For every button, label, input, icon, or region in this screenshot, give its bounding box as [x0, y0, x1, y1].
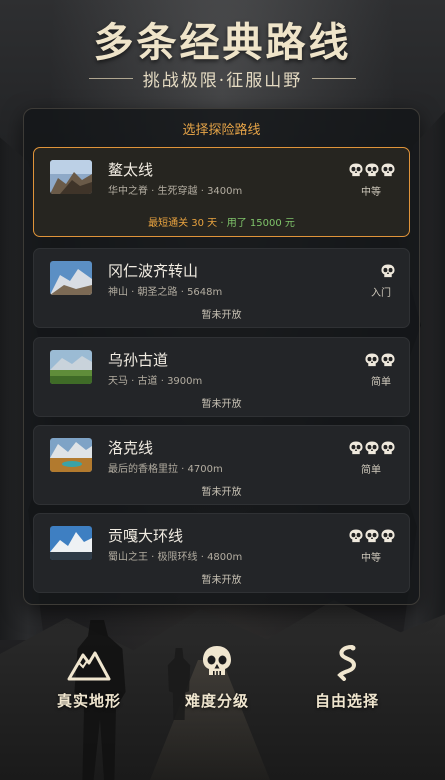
- skull-icon: [365, 528, 379, 543]
- difficulty-label: 简单: [361, 465, 381, 476]
- skull-icon: [365, 440, 379, 455]
- route-status: 暂未开放: [201, 487, 242, 498]
- panel-title: 选择探险路线: [182, 123, 261, 138]
- route-status: 暂未开放: [201, 575, 242, 586]
- page-title: 多条经典路线: [93, 19, 352, 66]
- skull-icon: [365, 162, 379, 177]
- route-thumbnail: [50, 438, 92, 472]
- feature-label: 真实地形: [56, 692, 121, 710]
- skull-icon: [157, 643, 277, 681]
- skull-icon: [381, 352, 395, 367]
- record-time: 最短通关 30 天: [148, 218, 218, 229]
- route-thumbnail: [50, 526, 92, 560]
- route-card-kailash[interactable]: 冈仁波齐转山 神山 · 朝圣之路 · 5648m 入门 暂未开放: [33, 248, 410, 328]
- route-name: 冈仁波齐转山: [108, 262, 199, 280]
- feature-free-choice: 自由选择: [287, 643, 407, 711]
- path-icon: [287, 643, 407, 681]
- feature-real-terrain: 真实地形: [29, 643, 149, 711]
- route-thumbnail: [50, 160, 92, 194]
- route-thumbnail: [50, 261, 92, 295]
- route-selection-panel: 选择探险路线 鳌太线 华中之脊 · 生死穿越 · 3400m 中等 最短通关 3…: [23, 108, 420, 605]
- record-separator: ·: [217, 218, 227, 229]
- feature-label: 难度分级: [184, 692, 249, 710]
- feature-label: 自由选择: [314, 692, 379, 710]
- subtitle-row: 挑战极限·征服山野: [0, 66, 445, 91]
- route-card-wusun[interactable]: 乌孙古道 天马 · 古道 · 3900m 简单 暂未开放: [33, 337, 410, 417]
- route-thumbnail: [50, 350, 92, 384]
- route-card-gongga[interactable]: 贡嘎大环线 蜀山之王 · 极限环线 · 4800m 中等 暂未开放: [33, 513, 410, 593]
- difficulty-skulls: [349, 528, 395, 543]
- subtitle-divider-right: [312, 78, 357, 79]
- route-description: 天马 · 古道 · 3900m: [108, 376, 203, 387]
- route-record: 最短通关 30 天 · 用了 15000 元: [34, 214, 409, 229]
- feature-difficulty-levels: 难度分级: [157, 643, 277, 711]
- route-description: 华中之脊 · 生死穿越 · 3400m: [108, 186, 243, 197]
- skull-icon: [349, 440, 363, 455]
- record-cost: 用了 15000 元: [226, 218, 295, 229]
- difficulty-label: 简单: [371, 377, 391, 388]
- skull-icon: [381, 528, 395, 543]
- skull-icon: [381, 162, 395, 177]
- mountain-icon: [29, 643, 149, 681]
- difficulty-label: 入门: [371, 288, 391, 299]
- difficulty-label: 中等: [361, 187, 381, 198]
- route-card-rock[interactable]: 洛克线 最后的香格里拉 · 4700m 简单 暂未开放: [33, 425, 410, 505]
- route-name: 鳌太线: [108, 161, 154, 179]
- page-subtitle: 挑战极限·征服山野: [142, 71, 303, 91]
- difficulty-skulls: [349, 440, 395, 455]
- difficulty-label: 中等: [361, 553, 381, 564]
- route-status: 暂未开放: [201, 399, 242, 410]
- route-name: 乌孙古道: [108, 351, 169, 369]
- difficulty-skulls: [365, 352, 395, 367]
- difficulty-skulls: [349, 162, 395, 177]
- route-description: 神山 · 朝圣之路 · 5648m: [108, 287, 223, 298]
- route-description: 最后的香格里拉 · 4700m: [108, 464, 223, 475]
- route-name: 洛克线: [108, 439, 154, 457]
- route-name: 贡嘎大环线: [108, 527, 184, 545]
- route-status: 暂未开放: [201, 310, 242, 321]
- skull-icon: [349, 162, 363, 177]
- subtitle-divider-left: [88, 78, 133, 79]
- skull-icon: [365, 352, 379, 367]
- feature-row: 真实地形 难度分级 自由选择: [0, 643, 445, 723]
- route-description: 蜀山之王 · 极限环线 · 4800m: [108, 552, 243, 563]
- skull-icon: [349, 528, 363, 543]
- difficulty-skulls: [381, 263, 395, 278]
- skull-icon: [381, 440, 395, 455]
- skull-icon: [381, 263, 395, 278]
- route-card-aotai[interactable]: 鳌太线 华中之脊 · 生死穿越 · 3400m 中等 最短通关 30 天 · 用…: [33, 147, 410, 237]
